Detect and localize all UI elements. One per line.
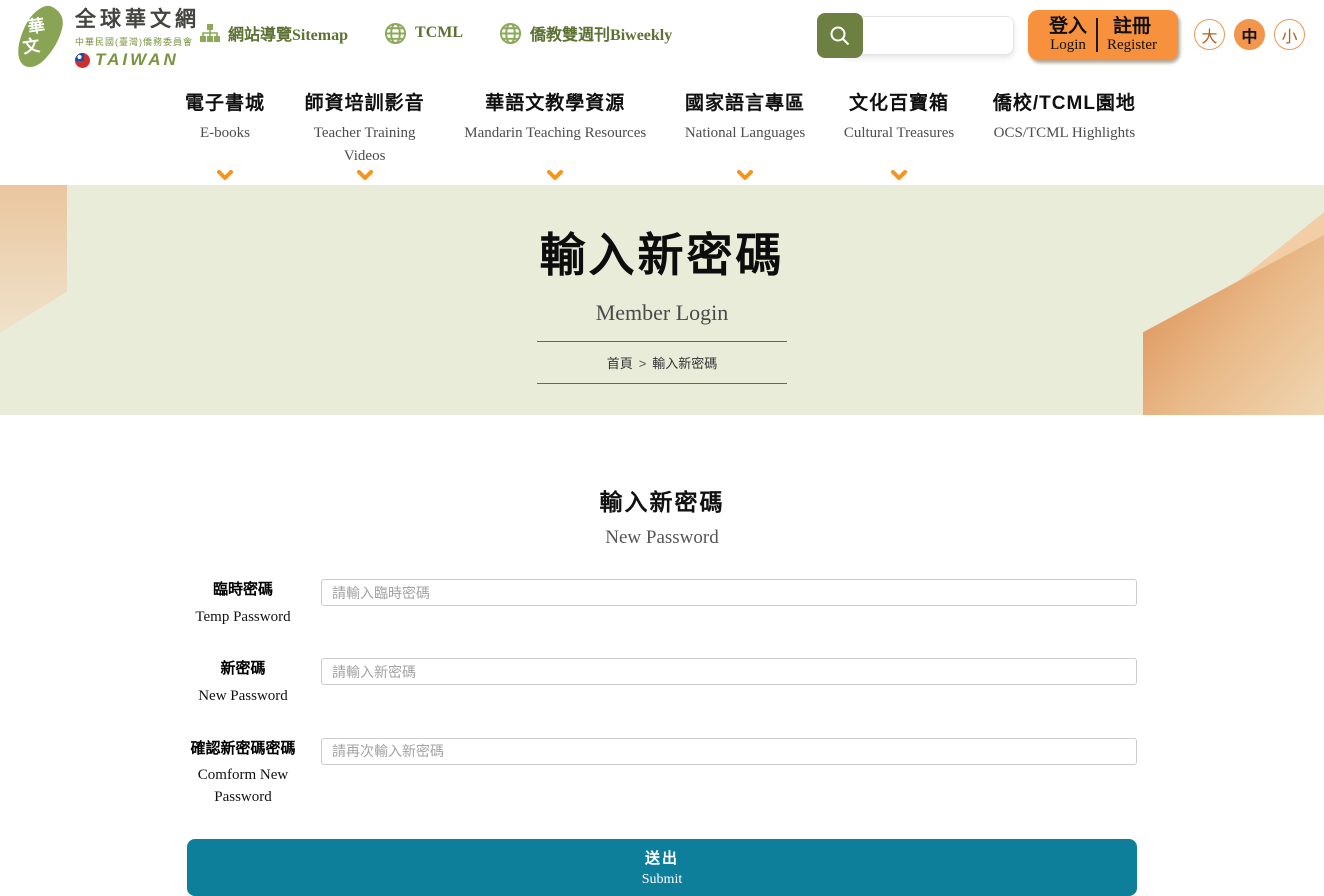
temp-password-input[interactable] [321, 579, 1137, 606]
nav-label-en: National Languages [685, 122, 805, 145]
form-title-zh: 輸入新密碼 [0, 483, 1324, 517]
roc-flag-icon [75, 53, 90, 68]
quick-link-sitemap[interactable]: 網站導覽Sitemap [200, 21, 348, 45]
nav-label-en: OCS/TCML Highlights [994, 122, 1136, 145]
field-label-zh: 臨時密碼 [187, 579, 299, 602]
quick-link-biweekly[interactable]: 僑教雙週刊Biweekly [499, 21, 672, 45]
page: 華 文 全球華文網 中華民國(臺灣)僑務委員會 TAIWAN [0, 0, 1324, 896]
field-label: 臨時密碼 Temp Password [187, 579, 299, 628]
page-title: 輸入新密碼 [0, 219, 1324, 285]
confirm-password-input[interactable] [321, 738, 1137, 765]
register-label-en: Register [1107, 37, 1157, 54]
nav-label-en: Teacher Training Videos [304, 122, 426, 167]
logo-subtitle: 中華民國(臺灣)僑務委員會 [75, 35, 200, 48]
breadcrumb: 首頁 > 輸入新密碼 [537, 341, 787, 384]
svg-text:華: 華 [26, 15, 45, 36]
font-size-medium[interactable]: 中 [1234, 19, 1265, 50]
nav-label-en: Cultural Treasures [844, 122, 954, 145]
login-register-button[interactable]: 登入 Login 註冊 Register [1028, 10, 1178, 60]
register-label-zh: 註冊 [1107, 16, 1157, 37]
field-label-en: Comform New Password [187, 765, 299, 809]
chevron-down-icon [357, 170, 373, 181]
quick-link-label: 網站導覽Sitemap [228, 21, 348, 45]
nav-item-mandarin-resources[interactable]: 華語文教學資源 Mandarin Teaching Resources [464, 88, 646, 183]
breadcrumb-separator: > [639, 356, 647, 371]
nav-item-ocs-tcml[interactable]: 僑校/TCML園地 OCS/TCML Highlights [993, 88, 1136, 183]
font-size-small[interactable]: 小 [1274, 19, 1305, 50]
field-label-en: New Password [187, 686, 299, 708]
page-banner: 輸入新密碼 Member Login 首頁 > 輸入新密碼 [0, 185, 1324, 415]
logo-title: 全球華文網 [75, 3, 200, 33]
register-part[interactable]: 註冊 Register [1098, 16, 1166, 54]
quick-link-tcml[interactable]: TCML [384, 22, 463, 45]
field-label: 新密碼 New Password [187, 658, 299, 707]
chevron-down-icon [217, 170, 233, 181]
field-label-en: Temp Password [187, 607, 299, 629]
header-quick-links: 網站導覽Sitemap TCML 僑教雙週刊Biweekly [200, 21, 672, 45]
nav-label-zh: 電子書城 [185, 88, 265, 115]
site-logo[interactable]: 華 文 全球華文網 中華民國(臺灣)僑務委員會 TAIWAN [10, 3, 200, 70]
logo-text: 全球華文網 中華民國(臺灣)僑務委員會 TAIWAN [75, 3, 200, 70]
submit-label-zh: 送出 [187, 847, 1137, 868]
globe-icon [384, 22, 407, 45]
login-label-zh: 登入 [1049, 16, 1087, 37]
chevron-down-icon [891, 170, 907, 181]
submit-button[interactable]: 送出 Submit [187, 839, 1137, 896]
form-row-confirm-password: 確認新密碼密碼 Comform New Password [187, 738, 1137, 809]
form-body: 臨時密碼 Temp Password 新密碼 New Password 確認新密… [187, 579, 1137, 896]
search-button[interactable] [817, 13, 863, 58]
globe-icon [499, 22, 522, 45]
breadcrumb-home-link[interactable]: 首頁 [607, 356, 633, 371]
chevron-down-icon [737, 170, 753, 181]
submit-label-en: Submit [187, 872, 1137, 888]
quick-link-label: 僑教雙週刊Biweekly [530, 21, 672, 45]
field-label: 確認新密碼密碼 Comform New Password [187, 738, 299, 809]
logo-country-label: TAIWAN [95, 50, 179, 70]
new-password-input[interactable] [321, 658, 1137, 685]
nav-item-teacher-training[interactable]: 師資培訓影音 Teacher Training Videos [304, 88, 426, 183]
header: 華 文 全球華文網 中華民國(臺灣)僑務委員會 TAIWAN [0, 0, 1324, 75]
nav-label-en: Mandarin Teaching Resources [464, 122, 646, 145]
nav-label-zh: 國家語言專區 [685, 88, 805, 115]
form-row-temp-password: 臨時密碼 Temp Password [187, 579, 1137, 628]
login-part[interactable]: 登入 Login [1040, 16, 1096, 54]
nav-item-national-languages[interactable]: 國家語言專區 National Languages [685, 88, 805, 183]
login-label-en: Login [1049, 37, 1087, 54]
nav-label-zh: 文化百寶箱 [849, 88, 949, 115]
font-size-switcher: 大 中 小 [1194, 19, 1305, 50]
nav-label-zh: 師資培訓影音 [305, 88, 425, 115]
sitemap-icon [200, 24, 220, 43]
font-size-large[interactable]: 大 [1194, 19, 1225, 50]
chevron-down-icon [547, 170, 563, 181]
form-title-en: New Password [0, 527, 1324, 549]
nav-item-ebooks[interactable]: 電子書城 E-books [185, 88, 265, 183]
taiwan-island-icon: 華 文 [10, 4, 68, 70]
main-nav: 電子書城 E-books 師資培訓影音 Teacher Training Vid… [0, 75, 1324, 185]
nav-label-zh: 僑校/TCML園地 [993, 88, 1136, 115]
nav-label-zh: 華語文教學資源 [485, 88, 625, 115]
form-row-new-password: 新密碼 New Password [187, 658, 1137, 707]
breadcrumb-current: 輸入新密碼 [652, 356, 717, 371]
nav-label-en: E-books [200, 122, 250, 145]
nav-items: 電子書城 E-books 師資培訓影音 Teacher Training Vid… [185, 88, 1136, 183]
field-label-zh: 確認新密碼密碼 [187, 738, 299, 761]
page-subtitle: Member Login [0, 300, 1324, 326]
field-label-zh: 新密碼 [187, 658, 299, 681]
logo-country-row: TAIWAN [75, 50, 200, 70]
new-password-form-section: 輸入新密碼 New Password 臨時密碼 Temp Password 新密… [0, 415, 1324, 896]
search-input[interactable] [840, 16, 1014, 55]
search-icon [828, 24, 852, 48]
nav-item-cultural-treasures[interactable]: 文化百寶箱 Cultural Treasures [844, 88, 954, 183]
quick-link-label: TCML [415, 24, 463, 42]
